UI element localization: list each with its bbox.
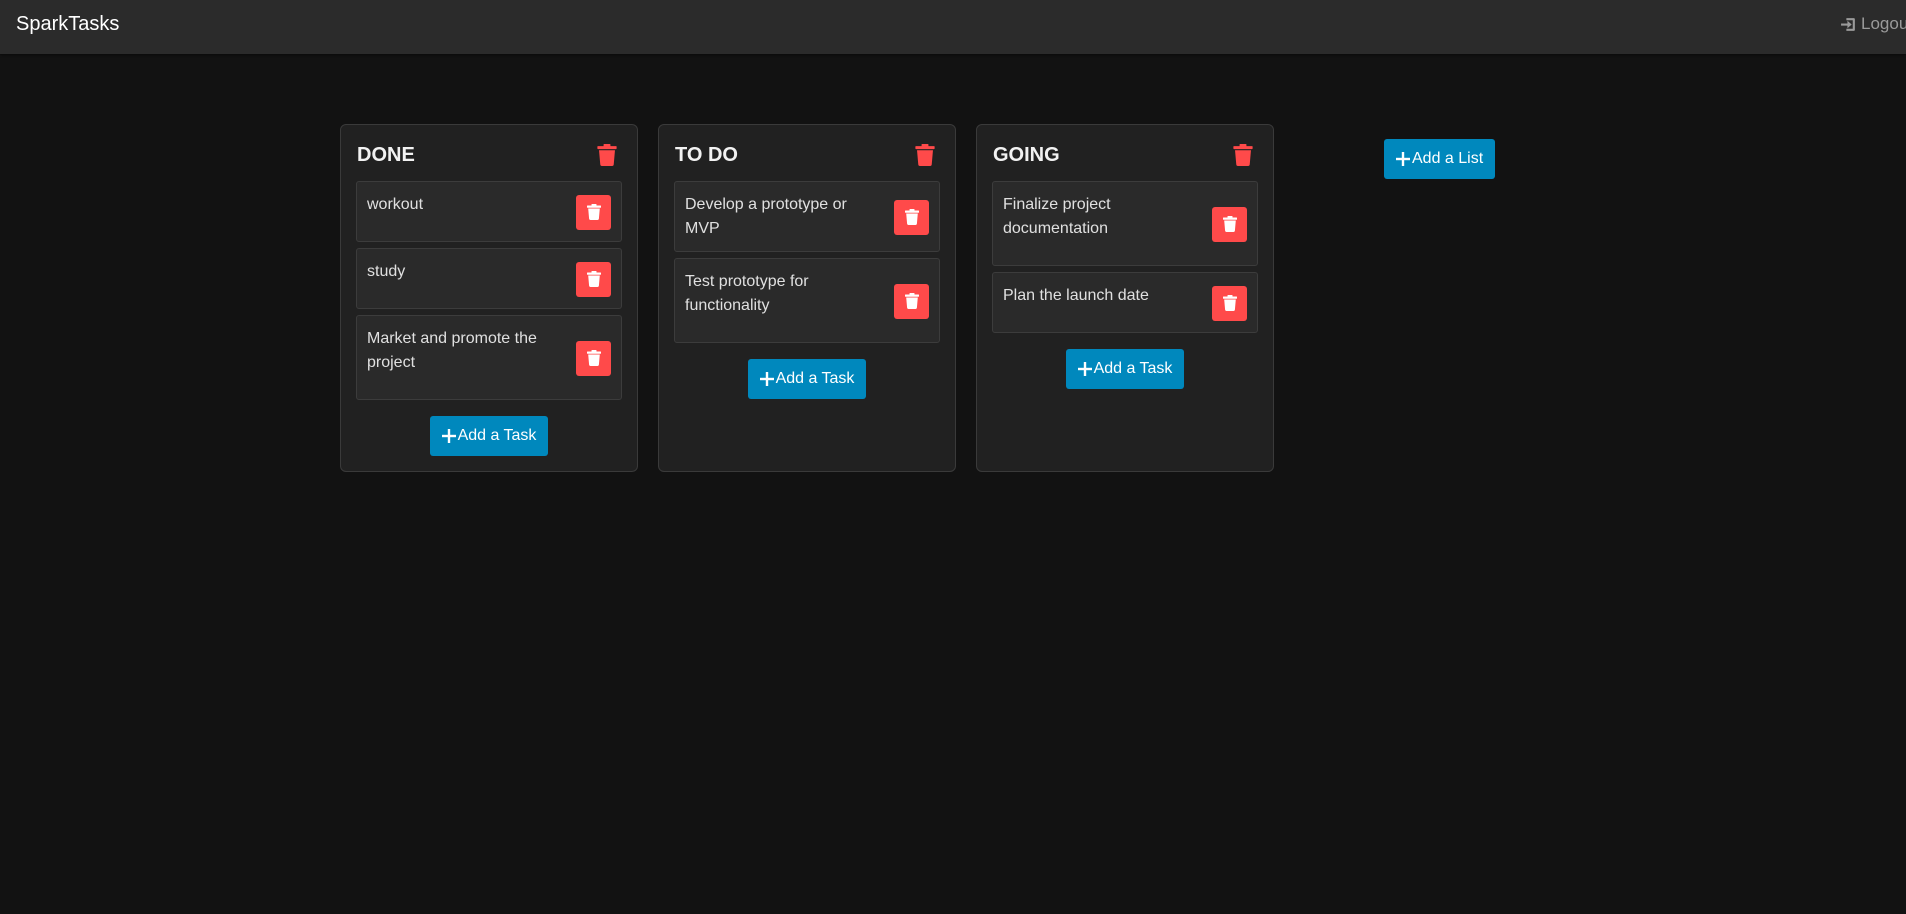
delete-task-button[interactable] <box>894 283 929 319</box>
app-title[interactable]: SparkTasks <box>16 13 119 36</box>
task-card[interactable]: Plan the launch date <box>992 272 1258 333</box>
list-header: TO DO <box>674 141 940 169</box>
add-task-label: Add a Task <box>457 427 537 444</box>
delete-task-button[interactable] <box>576 194 611 230</box>
top-navbar: SparkTasks Logout <box>0 0 1906 54</box>
plus-icon <box>1077 362 1092 376</box>
add-task-label: Add a Task <box>775 370 855 387</box>
list-done: DONE workout study Market and promote th… <box>340 124 638 472</box>
add-task-button[interactable]: Add a Task <box>747 359 867 399</box>
plus-icon <box>759 372 774 386</box>
list-title: GOING <box>993 143 1060 166</box>
trash-icon <box>586 204 601 220</box>
delete-list-trash-icon[interactable] <box>1233 144 1253 166</box>
delete-task-button[interactable] <box>576 261 611 297</box>
trash-icon <box>904 293 919 309</box>
logout-link[interactable]: Logout <box>1840 14 1906 34</box>
delete-list-trash-icon[interactable] <box>915 144 935 166</box>
task-card[interactable]: workout <box>356 181 622 242</box>
list-to-do: TO DO Develop a prototype or MVP Test pr… <box>658 124 956 472</box>
add-list-label: Add a List <box>1412 150 1484 167</box>
task-text: Market and promote the project <box>367 330 537 371</box>
board: DONE workout study Market and promote th… <box>340 124 1274 472</box>
add-task-label: Add a Task <box>1093 360 1173 377</box>
trash-icon <box>1222 295 1237 311</box>
delete-task-button[interactable] <box>1212 285 1247 321</box>
list-title: DONE <box>357 143 415 166</box>
list-header: GOING <box>992 141 1258 169</box>
sign-in-icon <box>1841 17 1855 31</box>
add-task-button[interactable]: Add a Task <box>429 416 549 456</box>
logout-label: Logout <box>1861 14 1906 33</box>
delete-task-button[interactable] <box>576 340 611 376</box>
task-text: study <box>367 263 406 280</box>
task-text: Test prototype for functionality <box>685 273 809 314</box>
task-card[interactable]: Market and promote the project <box>356 315 622 400</box>
list-header: DONE <box>356 141 622 169</box>
add-task-wrap: Add a Task <box>356 416 622 456</box>
task-text: Develop a prototype or MVP <box>685 196 847 237</box>
task-text: Finalize project documentation <box>1003 196 1111 237</box>
list-going: GOING Finalize project documentation Pla… <box>976 124 1274 472</box>
plus-icon <box>1396 152 1410 166</box>
trash-icon <box>586 350 601 366</box>
trash-icon <box>586 271 601 287</box>
task-text: workout <box>367 196 424 213</box>
task-text: Plan the launch date <box>1003 287 1149 304</box>
delete-list-trash-icon[interactable] <box>597 144 617 166</box>
delete-task-button[interactable] <box>894 199 929 235</box>
task-card[interactable]: Test prototype for functionality <box>674 258 940 343</box>
add-list-button[interactable]: Add a List <box>1384 139 1496 179</box>
list-title: TO DO <box>675 143 738 166</box>
add-task-wrap: Add a Task <box>992 349 1258 389</box>
plus-icon <box>441 429 456 443</box>
trash-icon <box>904 209 919 225</box>
task-card[interactable]: Finalize project documentation <box>992 181 1258 266</box>
delete-task-button[interactable] <box>1212 206 1247 242</box>
task-card[interactable]: Develop a prototype or MVP <box>674 181 940 252</box>
add-task-button[interactable]: Add a Task <box>1065 349 1185 389</box>
trash-icon <box>1222 216 1237 232</box>
task-card[interactable]: study <box>356 248 622 309</box>
add-task-wrap: Add a Task <box>674 359 940 399</box>
